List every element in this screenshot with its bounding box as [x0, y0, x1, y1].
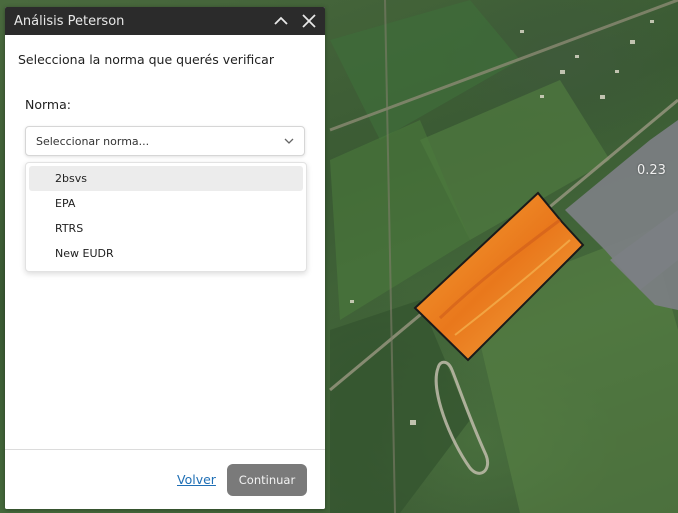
panel-body: Selecciona la norma que querés verificar…: [5, 35, 325, 446]
norma-select[interactable]: Seleccionar norma...: [25, 126, 305, 156]
option-rtrs[interactable]: RTRS: [29, 216, 303, 241]
option-new-eudr[interactable]: New EUDR: [29, 241, 303, 266]
panel-header: Análisis Peterson: [5, 7, 325, 35]
norma-dropdown: 2bsvs EPA RTRS New EUDR: [25, 162, 307, 272]
norma-label: Norma:: [25, 97, 71, 112]
close-button[interactable]: [301, 13, 317, 29]
select-placeholder: Seleccionar norma...: [36, 134, 150, 148]
close-icon: [302, 14, 316, 28]
continue-button[interactable]: Continuar: [227, 464, 307, 496]
header-actions: [273, 13, 317, 29]
panel-subtitle: Selecciona la norma que querés verificar: [18, 52, 274, 67]
option-2bsvs[interactable]: 2bsvs: [29, 166, 303, 191]
chevron-down-icon: [284, 138, 294, 144]
panel-footer: Volver Continuar: [5, 449, 325, 509]
option-epa[interactable]: EPA: [29, 191, 303, 216]
panel-title: Análisis Peterson: [14, 13, 125, 29]
plot-value-label: 0.23: [637, 163, 666, 178]
back-link[interactable]: Volver: [177, 472, 216, 487]
collapse-button[interactable]: [273, 13, 289, 29]
analysis-panel: Análisis Peterson Selecciona la norma qu…: [5, 7, 325, 509]
chevron-up-icon: [274, 16, 288, 25]
